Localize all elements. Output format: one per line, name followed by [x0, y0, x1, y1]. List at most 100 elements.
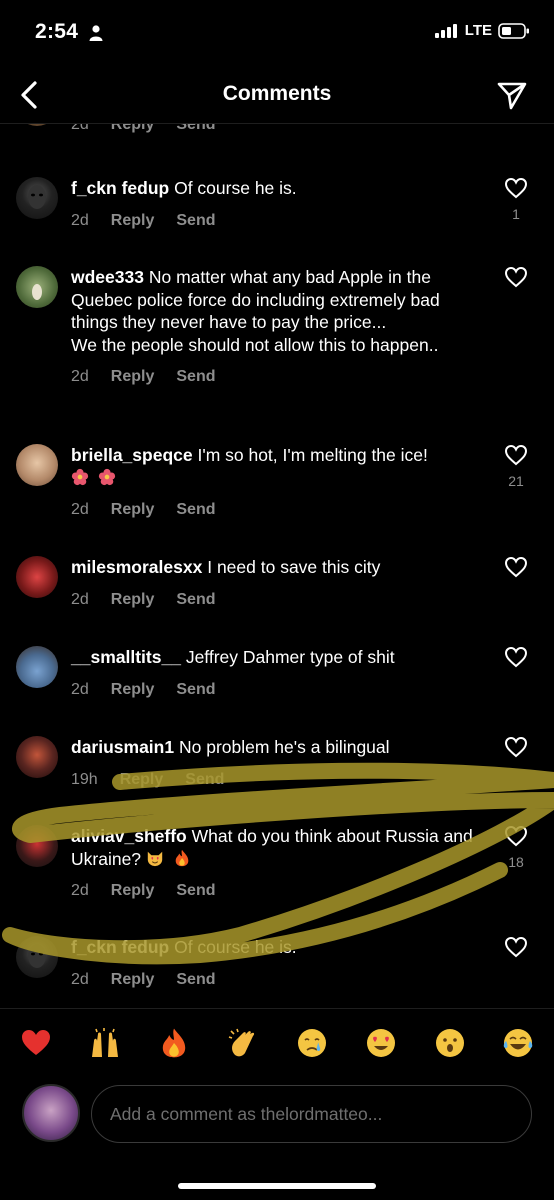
avatar[interactable] — [16, 444, 58, 486]
like-button[interactable] — [503, 266, 529, 295]
comment-username[interactable]: __smalltits__ — [71, 647, 181, 667]
comment-time: 2d — [71, 680, 89, 698]
tears-of-joy-emoji-icon — [503, 1029, 533, 1057]
comment-username[interactable]: aliviav_sheffo — [71, 826, 187, 846]
avatar[interactable] — [16, 736, 58, 778]
heart-eyes-emoji-icon — [367, 1029, 395, 1057]
like-count: 1 — [512, 206, 520, 222]
reaction-clapping-button[interactable] — [227, 1027, 259, 1059]
comment-time: 2d — [71, 882, 89, 899]
like-button[interactable] — [503, 556, 529, 585]
red-heart-emoji-icon — [22, 1030, 50, 1055]
avatar[interactable] — [16, 646, 58, 688]
like-button[interactable] — [503, 736, 529, 765]
clapping-hands-emoji-icon — [228, 1028, 255, 1057]
reply-button[interactable]: Reply — [111, 589, 155, 612]
like-button[interactable]: 21 — [503, 444, 529, 489]
heart-outline-icon — [504, 936, 528, 958]
avatar[interactable] — [16, 266, 58, 308]
battery-icon — [498, 22, 529, 39]
reaction-raised-hands-button[interactable] — [89, 1027, 121, 1059]
heart-outline-icon — [504, 444, 528, 466]
reply-button[interactable]: Reply — [111, 210, 155, 233]
like-button[interactable]: 18 — [503, 825, 529, 870]
avatar[interactable] — [16, 177, 58, 219]
comment-time: 2d — [71, 368, 89, 385]
heart-outline-icon — [504, 177, 528, 199]
signal-icon — [434, 23, 457, 38]
reply-button[interactable]: Reply — [120, 769, 164, 792]
send-button[interactable]: Send — [176, 679, 215, 702]
surprised-face-emoji-icon — [436, 1029, 464, 1057]
comment-time: 2d — [71, 124, 89, 133]
send-button[interactable]: Send — [176, 589, 215, 612]
user-avatar[interactable] — [22, 1084, 80, 1142]
flower-emoji-icon — [71, 468, 89, 485]
comment-input[interactable] — [92, 1086, 531, 1142]
avatar[interactable] — [16, 124, 58, 126]
heart-outline-icon — [504, 556, 528, 578]
network-label: LTE — [464, 22, 492, 39]
status-indicators: LTE — [434, 22, 530, 39]
comment-time: 2d — [71, 970, 89, 988]
send-button[interactable]: Send — [176, 124, 215, 137]
comment-username[interactable]: milesmoralesxx — [71, 557, 202, 577]
heart-outline-icon — [504, 266, 528, 288]
reaction-laughing-button[interactable] — [502, 1027, 534, 1059]
like-button[interactable] — [503, 646, 529, 675]
comment-text: Of course he is. — [174, 178, 297, 198]
crying-face-emoji-icon — [298, 1029, 326, 1057]
comment-text: Of course he is. — [174, 937, 297, 957]
avatar[interactable] — [16, 936, 58, 978]
comment-item: wdee333 No matter what any bad Apple in … — [0, 266, 554, 416]
comment-time: 2d — [71, 211, 89, 229]
avatar[interactable] — [16, 825, 58, 867]
comment-input-wrapper — [91, 1085, 532, 1143]
reply-button[interactable]: Reply — [111, 124, 155, 137]
comment-username[interactable]: f_ckn fedup — [71, 937, 169, 957]
reaction-surprised-button[interactable] — [434, 1027, 466, 1059]
send-button[interactable]: Send — [185, 769, 224, 792]
like-button[interactable]: 1 — [503, 177, 529, 222]
reaction-heart-button[interactable] — [20, 1027, 52, 1059]
send-button[interactable]: Send — [176, 969, 215, 992]
quick-reaction-bar — [0, 1008, 554, 1078]
comment-text: Jeffrey Dahmer type of shit — [185, 647, 395, 667]
heart-outline-icon — [504, 825, 528, 847]
comment-item-partial: 2d Reply Send — [0, 124, 554, 134]
avatar[interactable] — [16, 556, 58, 598]
reaction-fire-button[interactable] — [158, 1027, 190, 1059]
fire-emoji-icon — [162, 1028, 186, 1058]
comment-item: milesmoralesxx I need to save this city … — [0, 556, 554, 616]
reply-button[interactable]: Reply — [111, 366, 155, 389]
comment-username[interactable]: wdee333 — [71, 267, 144, 287]
heart-outline-icon — [504, 736, 528, 758]
comment-username[interactable]: briella_speqce — [71, 445, 193, 465]
comment-text: I'm so hot, I'm melting the ice! — [197, 445, 428, 465]
send-button[interactable]: Send — [176, 366, 215, 389]
comment-item: aliviav_sheffo What do you think about R… — [0, 825, 554, 905]
send-button[interactable]: Send — [176, 210, 215, 233]
comment-composer — [0, 1078, 554, 1168]
send-button[interactable]: Send — [176, 499, 215, 522]
status-bar: 2:54 LTE — [0, 0, 554, 70]
reply-button[interactable]: Reply — [111, 499, 155, 522]
like-button[interactable] — [503, 936, 529, 965]
comment-list[interactable]: 2d Reply Send f_ckn fedup Of course he i… — [0, 70, 554, 1008]
heart-eyes-cat-emoji-icon — [147, 851, 163, 866]
home-indicator — [178, 1183, 376, 1189]
comment-item: dariusmain1 No problem he's a bilingual … — [0, 736, 554, 796]
comment-username[interactable]: f_ckn fedup — [71, 178, 169, 198]
fire-emoji-icon — [175, 849, 189, 866]
heart-outline-icon — [504, 646, 528, 668]
send-button[interactable]: Send — [176, 880, 215, 903]
comment-item: __smalltits__ Jeffrey Dahmer type of shi… — [0, 646, 554, 706]
comment-item: f_ckn fedup Of course he is. 2d Reply Se… — [0, 177, 554, 247]
reaction-heart-eyes-button[interactable] — [365, 1027, 397, 1059]
reply-button[interactable]: Reply — [111, 969, 155, 992]
comment-username[interactable]: dariusmain1 — [71, 737, 174, 757]
reaction-crying-button[interactable] — [296, 1027, 328, 1059]
reply-button[interactable]: Reply — [111, 880, 155, 903]
reply-button[interactable]: Reply — [111, 679, 155, 702]
status-time: 2:54 — [35, 20, 79, 43]
